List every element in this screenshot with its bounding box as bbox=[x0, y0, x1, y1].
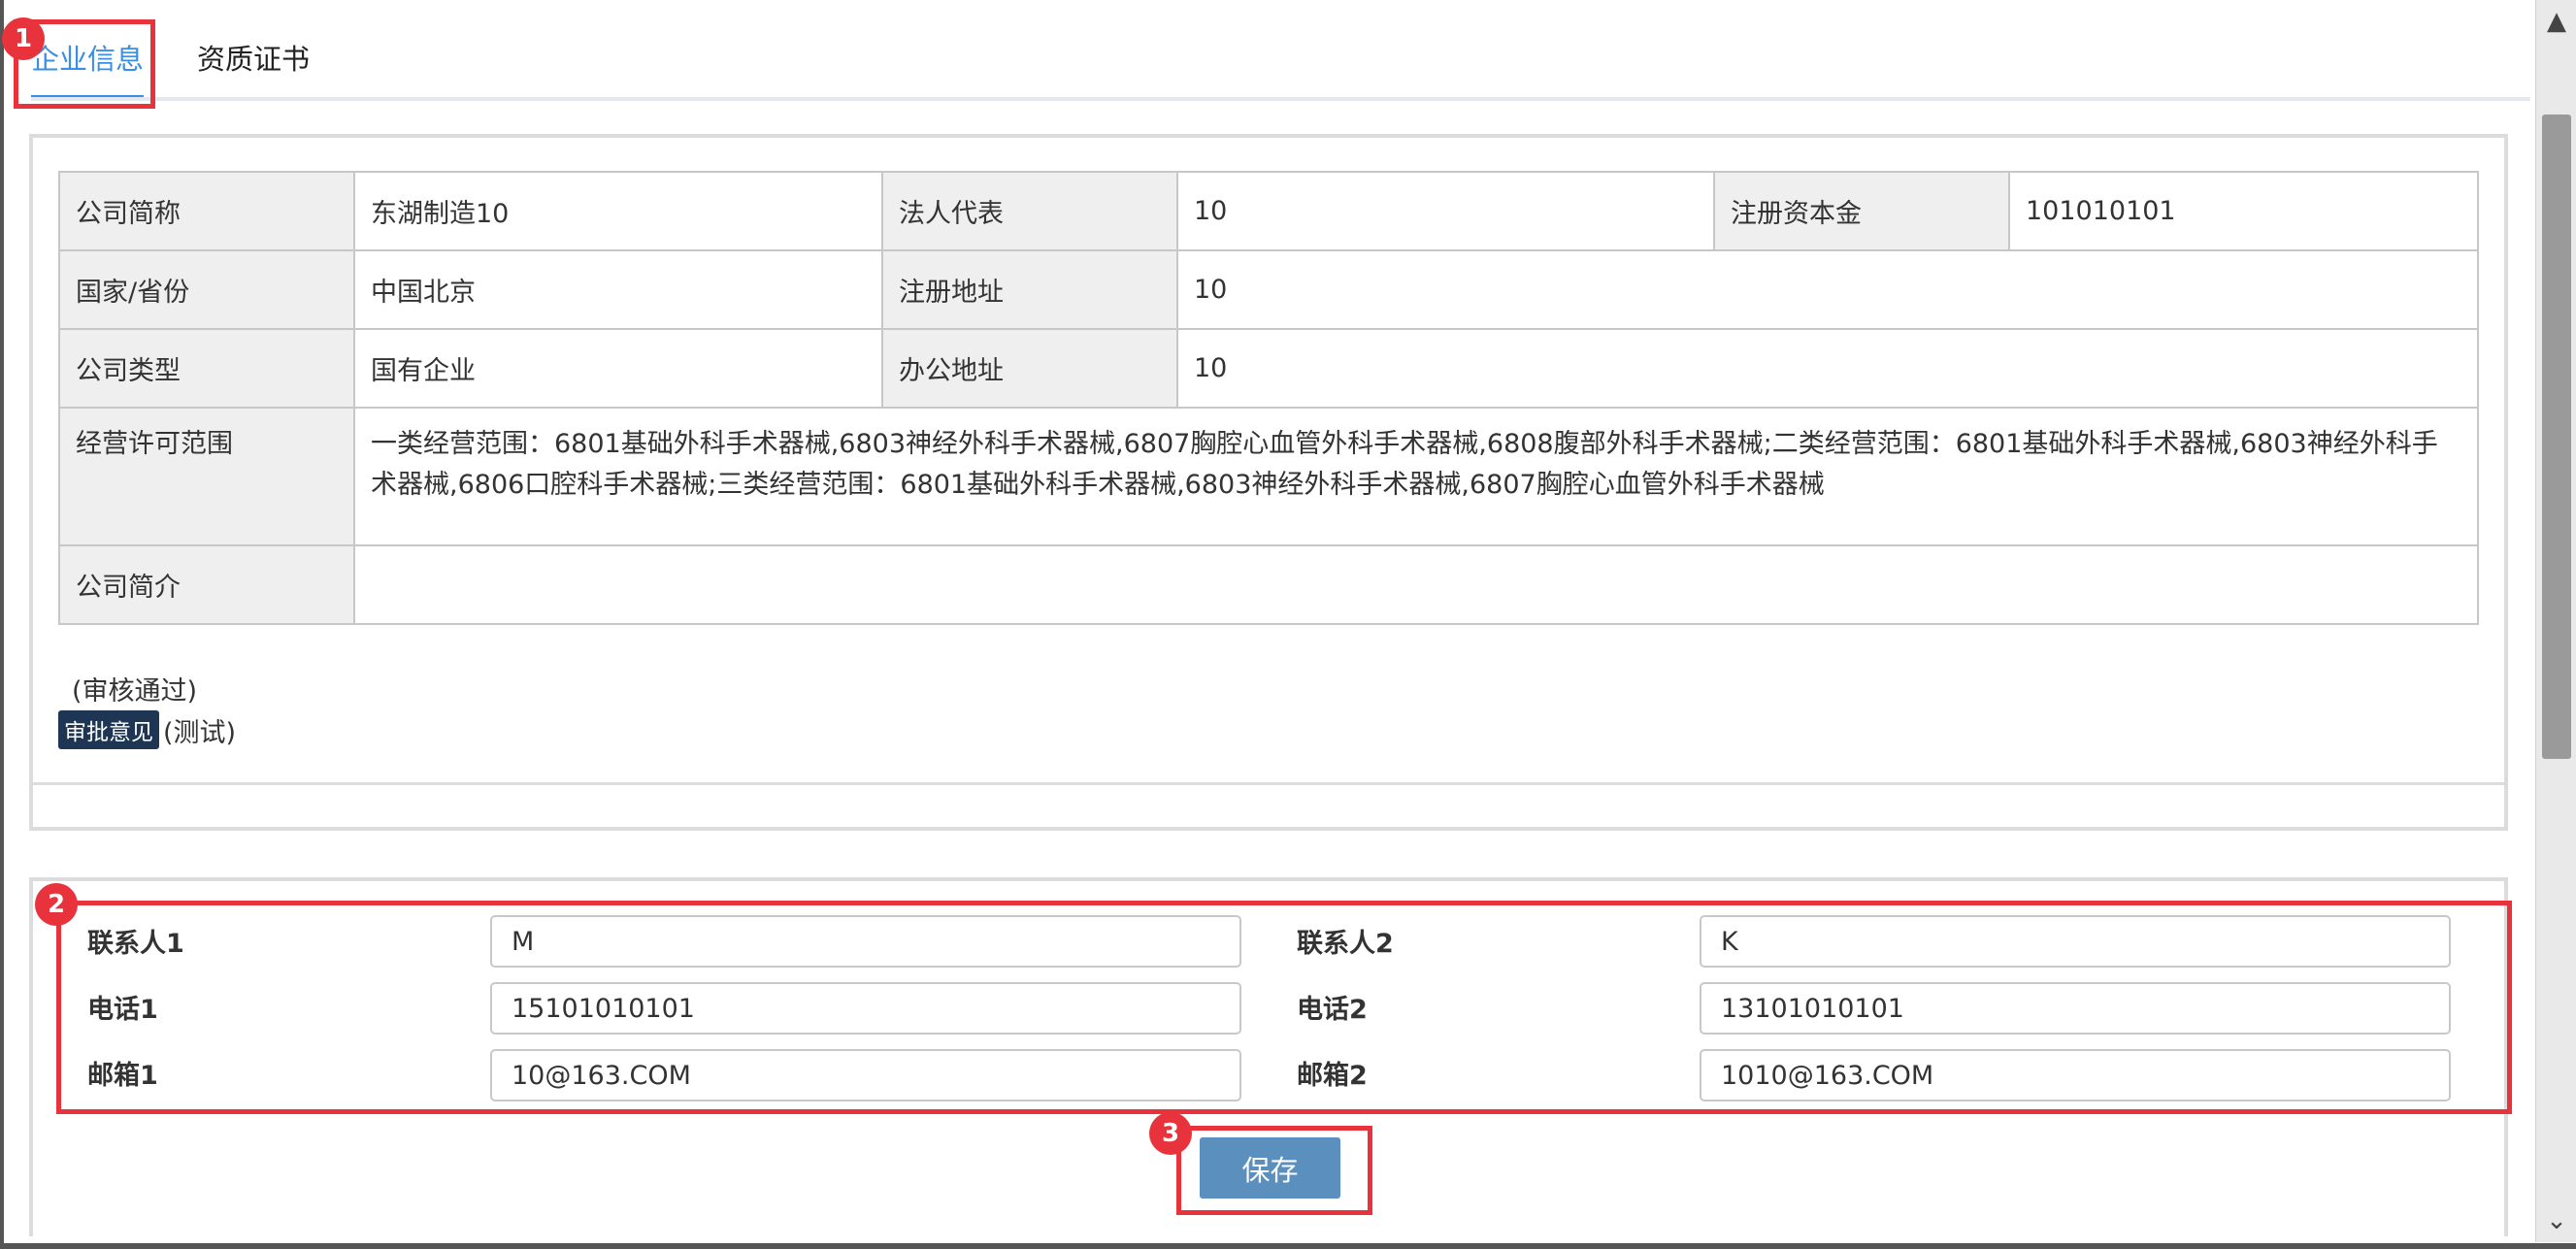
table-row: 公司简称 东湖制造10 法人代表 10 注册资本金 101010101 bbox=[58, 171, 2479, 251]
email1-input[interactable]: 10@163.COM bbox=[490, 1049, 1241, 1101]
email1-label: 邮箱1 bbox=[87, 1061, 158, 1091]
phone1-input[interactable]: 15101010101 bbox=[490, 982, 1241, 1035]
reg-address-value: 10 bbox=[1176, 249, 2479, 330]
license-scope-value: 一类经营范围：6801基础外科手术器械,6803神经外科手术器械,6807胸腔心… bbox=[353, 407, 2479, 546]
save-highlight-box bbox=[1176, 1126, 1372, 1215]
reg-address-label: 注册地址 bbox=[881, 249, 1178, 330]
phone2-label: 电话2 bbox=[1297, 995, 1368, 1025]
tab-qualification-certificates[interactable]: 资质证书 bbox=[197, 37, 310, 78]
step-marker-2: 2 bbox=[35, 883, 78, 926]
vertical-scrollbar[interactable]: ▲ ⌄ bbox=[2535, 0, 2576, 1242]
company-info-table: 公司简称 东湖制造10 法人代表 10 注册资本金 101010101 国家/省… bbox=[58, 171, 2479, 625]
license-scope-label: 经营许可范围 bbox=[58, 407, 355, 546]
company-type-label: 公司类型 bbox=[58, 328, 355, 409]
window-bottom-border bbox=[0, 1243, 2576, 1249]
region-value: 中国北京 bbox=[353, 249, 883, 330]
phone2-input[interactable]: 13101010101 bbox=[1700, 982, 2451, 1035]
company-type-value: 国有企业 bbox=[353, 328, 883, 409]
chevron-down-icon[interactable]: ⌄ bbox=[2536, 1200, 2576, 1242]
tab-bar: 企业信息 资质证书 bbox=[14, 0, 2537, 105]
window-left-border bbox=[0, 0, 4, 1249]
intro-label: 公司简介 bbox=[58, 544, 355, 625]
email2-label: 邮箱2 bbox=[1297, 1061, 1368, 1091]
step-marker-3: 3 bbox=[1149, 1112, 1192, 1155]
email2-input[interactable]: 1010@163.COM bbox=[1700, 1049, 2451, 1101]
phone1-label: 电话1 bbox=[87, 995, 158, 1025]
intro-value bbox=[353, 544, 2479, 625]
chevron-up-icon[interactable]: ▲ bbox=[2536, 0, 2576, 43]
table-row: 公司类型 国有企业 办公地址 10 bbox=[58, 328, 2479, 409]
table-row: 经营许可范围 一类经营范围：6801基础外科手术器械,6803神经外科手术器械,… bbox=[58, 407, 2479, 546]
panel-footer-divider bbox=[29, 782, 2508, 831]
audit-status: (审核通过) bbox=[72, 676, 198, 707]
office-address-label: 办公地址 bbox=[881, 328, 1178, 409]
legal-rep-label: 法人代表 bbox=[881, 171, 1178, 251]
capital-value: 101010101 bbox=[2008, 171, 2479, 251]
legal-rep-value: 10 bbox=[1176, 171, 1715, 251]
table-row: 公司简介 bbox=[58, 544, 2479, 625]
region-label: 国家/省份 bbox=[58, 249, 355, 330]
capital-label: 注册资本金 bbox=[1713, 171, 2010, 251]
office-address-value: 10 bbox=[1176, 328, 2479, 409]
approval-badge: 审批意见 bbox=[58, 710, 159, 749]
contact1-label: 联系人1 bbox=[87, 929, 184, 959]
table-row: 国家/省份 中国北京 注册地址 10 bbox=[58, 249, 2479, 330]
contact2-input[interactable]: K bbox=[1700, 915, 2451, 968]
scroll-thumb[interactable] bbox=[2542, 115, 2571, 759]
approval-comment: (测试) bbox=[163, 717, 237, 748]
contact2-label: 联系人2 bbox=[1297, 929, 1394, 959]
contact1-input[interactable]: M bbox=[490, 915, 1241, 968]
tab-divider bbox=[31, 97, 2530, 101]
approval-comment-row: 审批意见 (测试) bbox=[58, 710, 237, 749]
short-name-label: 公司简称 bbox=[58, 171, 355, 251]
step-marker-1: 1 bbox=[2, 17, 45, 60]
short-name-value: 东湖制造10 bbox=[353, 171, 883, 251]
